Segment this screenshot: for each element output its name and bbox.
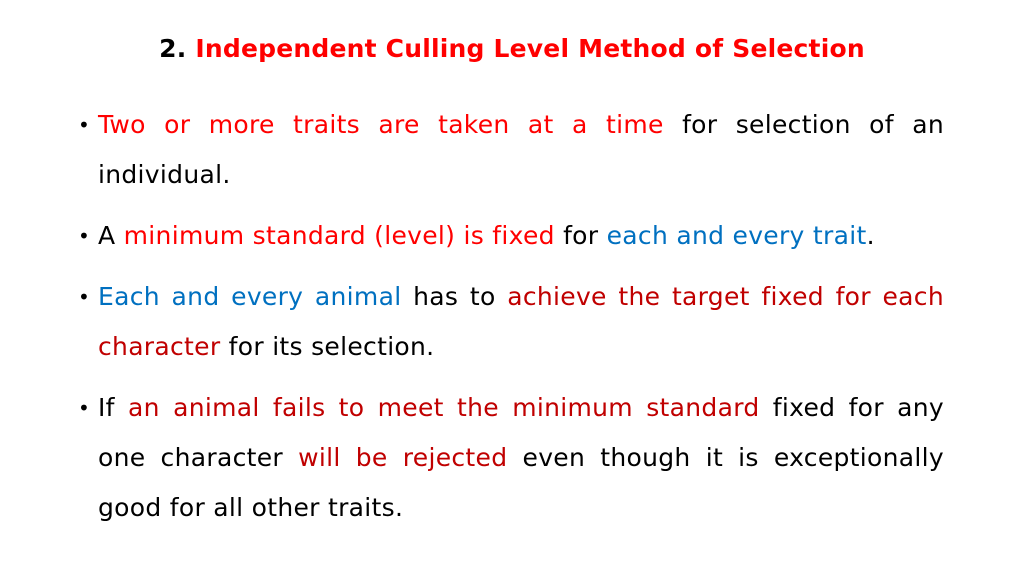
text-segment: Two or more traits are taken at a time (98, 110, 664, 139)
bullet-dot-icon: • (78, 396, 91, 420)
text-segment: If (98, 393, 129, 422)
text-segment: A (98, 221, 124, 250)
title-text: Independent Culling Level Method of Sele… (195, 34, 865, 63)
bullet-item-4: • If an animal fails to meet the minimum… (74, 383, 944, 533)
bullet-item-1: • Two or more traits are taken at a time… (74, 100, 944, 200)
text-segment: for (554, 221, 607, 250)
bullet-dot-icon: • (78, 113, 91, 137)
text-segment: each and every trait (606, 221, 867, 250)
text-segment: . (866, 221, 875, 250)
title-number: 2. (159, 34, 187, 63)
bullet-dot-icon: • (78, 285, 91, 309)
slide-title: 2. Independent Culling Level Method of S… (0, 34, 1024, 63)
bullet-item-3: • Each and every animal has to achieve t… (74, 272, 944, 372)
text-segment: Each and every animal (98, 282, 402, 311)
text-segment: will be rejected (298, 443, 508, 472)
bullet-item-2: • A minimum standard (level) is fixed fo… (74, 211, 944, 261)
bullet-dot-icon: • (78, 224, 91, 248)
bullet-list: • Two or more traits are taken at a time… (74, 100, 944, 544)
text-segment: minimum standard (level) is fixed (123, 221, 555, 250)
text-segment: has to (401, 282, 508, 311)
text-segment: an animal fails to meet the minimum stan… (128, 393, 760, 422)
text-segment: for its selection. (220, 332, 435, 361)
